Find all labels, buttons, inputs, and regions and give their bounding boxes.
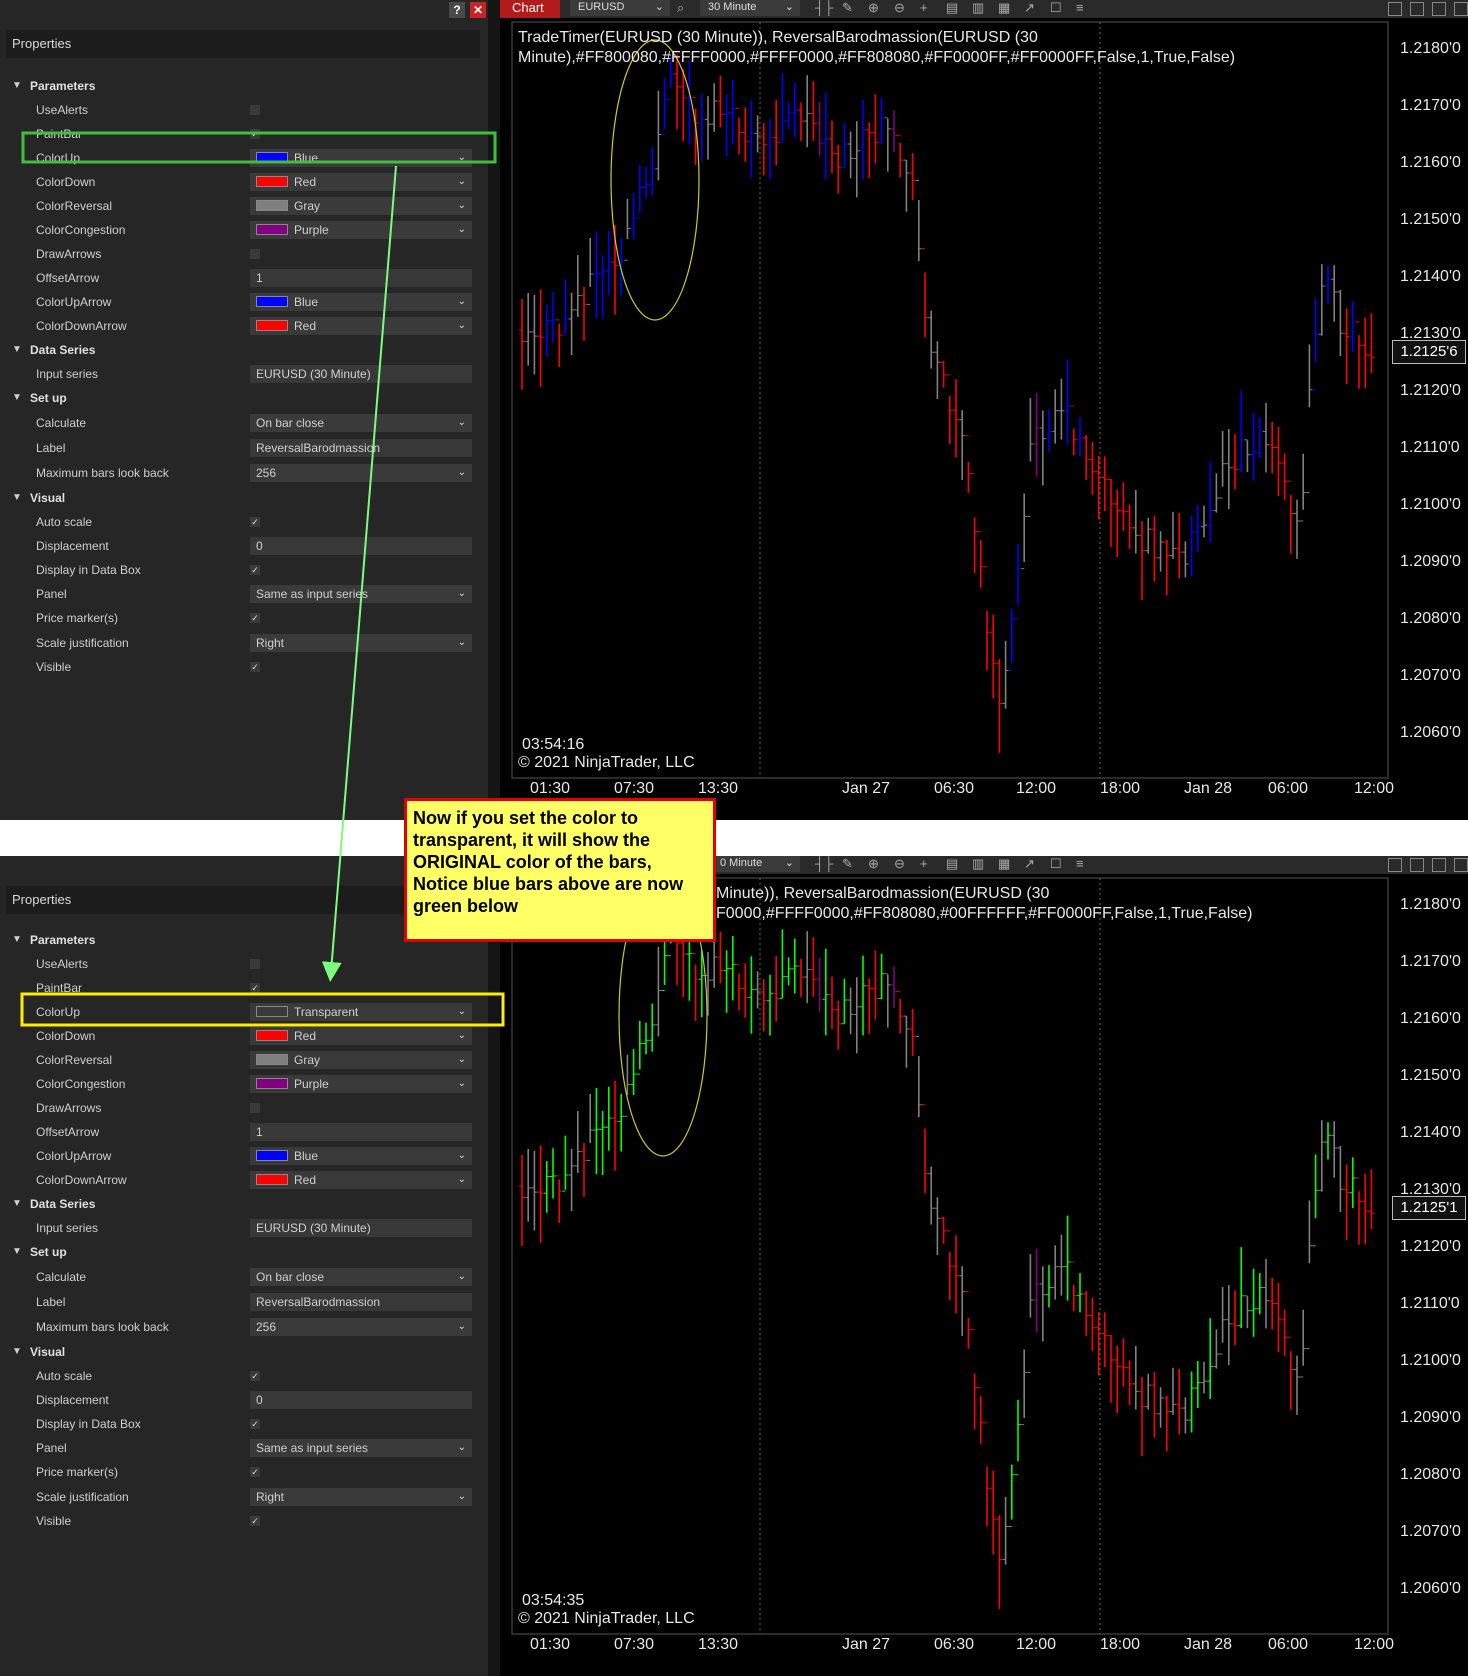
price-axis[interactable]: 1.2180'0 1.2170'0 1.2160'0 1.2150'0 1.2140'0… (1388, 878, 1468, 1634)
time-tick-label: 01:30 (530, 780, 571, 797)
price-chart[interactable] (0, 856, 1468, 1676)
price-tick-label: 1.2160'0 (1400, 1010, 1461, 1027)
time-tick-label: 07:30 (614, 1636, 655, 1653)
time-tick-label: 13:30 (698, 1636, 739, 1653)
time-tick-label: Jan 28 (1184, 1636, 1233, 1653)
price-tick-label: 1.2060'0 (1400, 724, 1461, 741)
current-price-marker: 1.2125'6 (1392, 340, 1466, 364)
copyright-text: © 2021 NinjaTrader, LLC (518, 1610, 695, 1627)
price-tick-label: 1.2120'0 (1400, 1238, 1461, 1255)
time-tick-label: 12:00 (1016, 780, 1057, 797)
price-tick-label: 1.2110'0 (1400, 439, 1460, 456)
annotation-callout: Now if you set the color to transparent,… (404, 798, 716, 942)
price-tick-label: 1.2100'0 (1400, 1352, 1461, 1369)
price-tick-label: 1.2170'0 (1400, 97, 1461, 114)
bar-timer: 03:54:16 (522, 736, 585, 753)
screenshot-bottom: Properties ▼ Parameters UseAlerts PaintBar ✓… (0, 856, 1468, 1676)
time-tick-label: 12:00 (1354, 1636, 1395, 1653)
separator (0, 820, 1468, 856)
time-tick-label: 18:00 (1100, 780, 1141, 797)
price-tick-label: 1.2090'0 (1400, 1409, 1461, 1426)
callout-bold-word: ORIGINAL (413, 852, 501, 872)
price-tick-label: 1.2170'0 (1400, 953, 1461, 970)
price-axis[interactable]: 1.2180'0 1.2170'0 1.2160'0 1.2150'0 1.2140'0… (1388, 22, 1468, 778)
price-tick-label: 1.2140'0 (1400, 1124, 1461, 1141)
price-tick-label: 1.2080'0 (1400, 1466, 1461, 1483)
price-tick-label: 1.2100'0 (1400, 496, 1461, 513)
price-tick-label: 1.2090'0 (1400, 553, 1461, 570)
price-tick-label: 1.2160'0 (1400, 154, 1461, 171)
price-tick-label: 1.2150'0 (1400, 211, 1461, 228)
time-axis[interactable]: 01:30 07:30 13:30 Jan 27 06:30 12:00 18:00 Jan … (512, 1636, 1394, 1666)
time-tick-label: 07:30 (614, 780, 655, 797)
current-price-marker: 1.2125'1 (1392, 1196, 1466, 1220)
time-tick-label: 01:30 (530, 1636, 571, 1653)
time-tick-label: 06:30 (934, 1636, 975, 1653)
price-tick-label: 1.2120'0 (1400, 382, 1461, 399)
time-tick-label: 18:00 (1100, 1636, 1141, 1653)
price-tick-label: 1.2070'0 (1400, 1523, 1461, 1540)
time-tick-label: Jan 27 (842, 780, 891, 797)
screenshot-top: ? ✕ Properties ▼ Parameters UseAlerts Paint… (0, 0, 1468, 820)
time-tick-label: 06:00 (1268, 1636, 1309, 1653)
indicator-label: Minute)), ReversalBarodmassion(EURUSD (3… (716, 885, 1253, 922)
price-tick-label: 1.2180'0 (1400, 40, 1461, 57)
time-tick-label: 12:00 (1016, 1636, 1057, 1653)
price-tick-label: 1.2080'0 (1400, 610, 1461, 627)
time-tick-label: 13:30 (698, 780, 739, 797)
price-tick-label: 1.2110'0 (1400, 1295, 1460, 1312)
bar-timer: 03:54:35 (522, 1592, 585, 1609)
time-tick-label: 12:00 (1354, 780, 1395, 797)
time-tick-label: 06:00 (1268, 780, 1309, 797)
time-tick-label: Jan 28 (1184, 780, 1233, 797)
time-tick-label: 06:30 (934, 780, 975, 797)
time-tick-label: Jan 27 (842, 1636, 891, 1653)
price-tick-label: 1.2180'0 (1400, 896, 1461, 913)
callout-text-1: Now if you set the color to transparent,… (413, 808, 651, 850)
copyright-text: © 2021 NinjaTrader, LLC (518, 754, 695, 771)
price-tick-label: 1.2140'0 (1400, 268, 1461, 285)
price-tick-label: 1.2060'0 (1400, 1580, 1461, 1597)
price-tick-label: 1.2070'0 (1400, 667, 1461, 684)
price-tick-label: 1.2150'0 (1400, 1067, 1461, 1084)
price-chart[interactable] (0, 0, 1468, 820)
indicator-label: TradeTimer(EURUSD (30 Minute)), Reversal… (518, 29, 1236, 66)
